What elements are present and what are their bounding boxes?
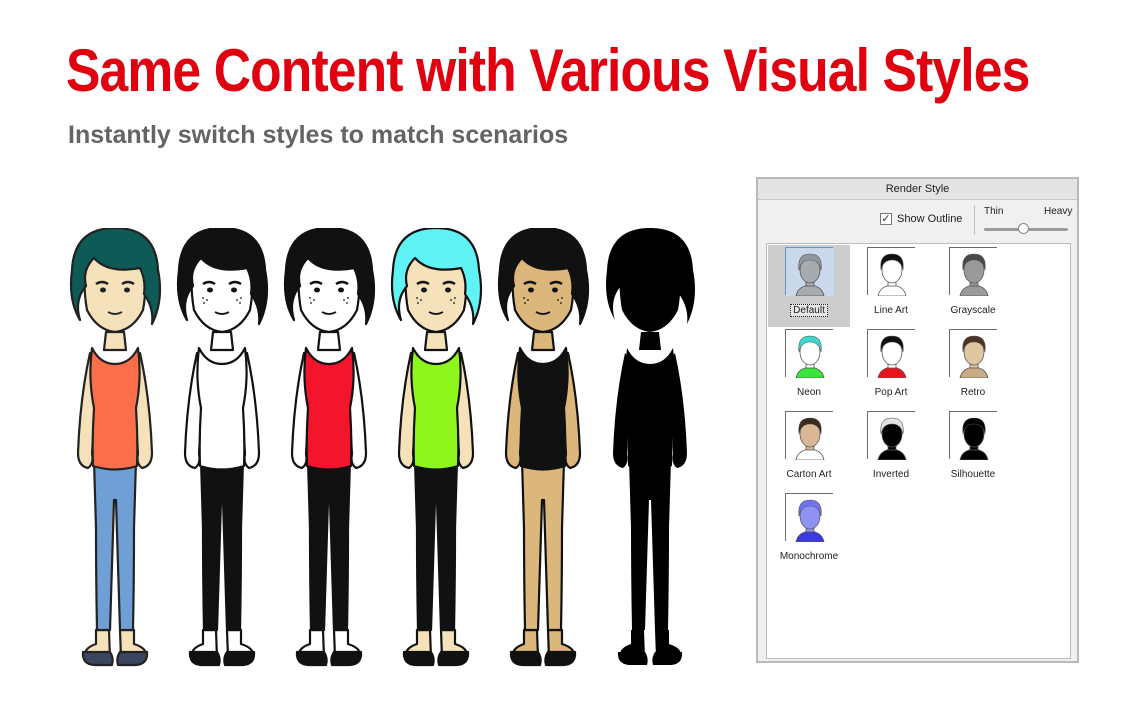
character-illustration	[390, 226, 483, 667]
outline-weight-slider-thumb[interactable]	[1018, 223, 1030, 234]
style-option-pop-art[interactable]: Pop Art	[850, 327, 932, 409]
outline-thin-label: Thin	[984, 206, 1004, 217]
character-illustration	[606, 228, 695, 665]
style-option-monochrome[interactable]: Monochrome	[768, 491, 850, 573]
style-option-label-text: Pop Art	[874, 387, 908, 398]
style-grid: Default Line Art Grayscale Neon Pop Art …	[766, 243, 1071, 659]
grayscale-style-icon	[949, 247, 998, 296]
style-option-label-text: Retro	[960, 387, 986, 398]
style-option-label: Inverted	[850, 469, 932, 481]
outline-options: ✓ Show Outline Thin Heavy	[758, 200, 1077, 242]
character-illustration	[283, 226, 376, 667]
style-option-carton-art[interactable]: Carton Art	[768, 409, 850, 491]
neon-style-icon	[785, 329, 834, 378]
pop-art-style-icon	[867, 329, 916, 378]
style-option-label: Default	[768, 304, 850, 317]
style-option-label-text: Neon	[797, 387, 821, 398]
style-option-label-text: Monochrome	[779, 551, 839, 562]
style-option-label-text: Grayscale	[950, 305, 996, 316]
style-option-silhouette[interactable]: Silhouette	[932, 409, 1014, 491]
style-option-inverted[interactable]: Inverted	[850, 409, 932, 491]
subheadline: Instantly switch styles to match scenari…	[68, 121, 569, 149]
character-figure-retro	[488, 226, 598, 668]
character-figure-neon	[381, 226, 491, 668]
panel-title: Render Style	[758, 179, 1077, 200]
character-style-lineup	[60, 226, 710, 668]
style-option-label-text: Carton Art	[786, 469, 832, 480]
style-option-line-art[interactable]: Line Art	[850, 245, 932, 327]
show-outline-checkbox[interactable]: ✓	[880, 213, 892, 225]
style-option-label: Monochrome	[768, 551, 850, 563]
silhouette-style-icon	[949, 411, 998, 460]
show-outline-label: Show Outline	[897, 213, 963, 225]
style-option-retro[interactable]: Retro	[932, 327, 1014, 409]
style-option-label: Silhouette	[932, 469, 1014, 481]
style-option-label: Carton Art	[768, 469, 850, 481]
character-figure-original	[60, 226, 170, 668]
inverted-style-icon	[867, 411, 916, 460]
default-style-icon	[785, 247, 834, 296]
style-option-label: Grayscale	[932, 305, 1014, 317]
style-option-label-text: Default	[790, 304, 828, 317]
style-option-label: Retro	[932, 387, 1014, 399]
character-figure-line-art	[167, 226, 277, 668]
cartoon-art-style-icon	[785, 411, 834, 460]
character-illustration	[69, 226, 162, 667]
render-style-panel: Render Style ✓ Show Outline Thin Heavy D…	[756, 177, 1079, 663]
style-option-label-text: Line Art	[874, 305, 908, 316]
style-option-label-text: Inverted	[872, 469, 910, 480]
headline: Same Content with Various Visual Styles	[66, 37, 1030, 104]
outline-heavy-label: Heavy	[1044, 206, 1073, 217]
style-option-label: Pop Art	[850, 387, 932, 399]
character-illustration	[176, 226, 269, 667]
character-illustration	[497, 226, 590, 667]
style-option-grayscale[interactable]: Grayscale	[932, 245, 1014, 327]
monochrome-style-icon	[785, 493, 834, 542]
style-option-label: Line Art	[850, 305, 932, 317]
character-figure-pop-art	[274, 226, 384, 668]
style-option-label: Neon	[768, 387, 850, 399]
style-option-label-text: Silhouette	[950, 469, 996, 480]
options-divider	[974, 205, 975, 235]
retro-style-icon	[949, 329, 998, 378]
style-option-neon[interactable]: Neon	[768, 327, 850, 409]
character-figure-silhouette	[595, 228, 705, 668]
line-art-style-icon	[867, 247, 916, 296]
style-option-default[interactable]: Default	[768, 245, 850, 327]
